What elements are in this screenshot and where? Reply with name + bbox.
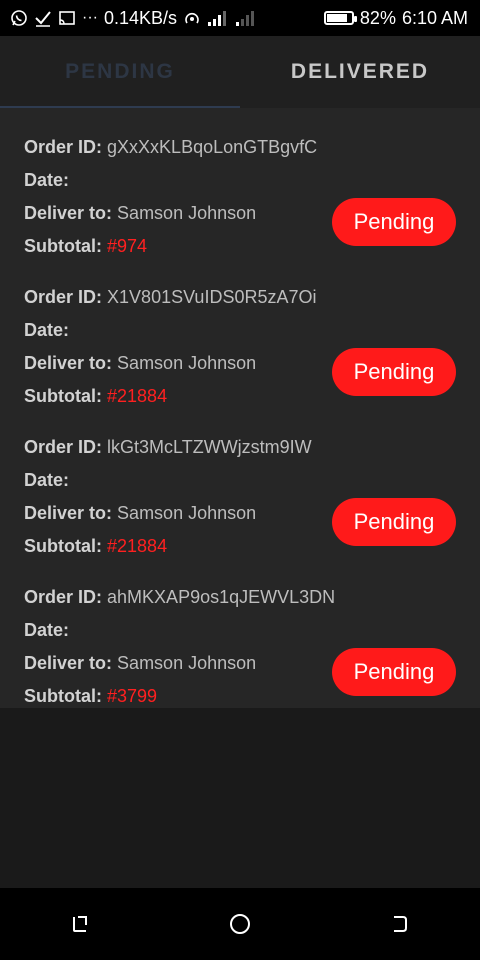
pending-status-button[interactable]: Pending [332,198,456,246]
date-row: Date: [24,165,317,198]
deliver-to-label: Deliver to: [24,653,113,673]
home-icon [230,914,250,934]
subtotal-label: Subtotal: [24,386,102,406]
pending-status-button[interactable]: Pending [332,348,456,396]
order-fields: Order ID: ahMKXAP9os1qJEWVL3DN Date: Del… [24,582,335,714]
deliver-to-value: Samson Johnson [117,503,257,523]
subtotal-value: #21884 [107,536,168,556]
order-card[interactable]: Order ID: ahMKXAP9os1qJEWVL3DN Date: Del… [0,558,480,708]
date-label: Date: [24,620,70,640]
order-card[interactable]: Order ID: gXxXxKLBqoLonGTBgvfC Date: Del… [0,108,480,258]
order-tabs: PENDING DELIVERED [0,36,480,108]
recent-apps-icon [73,916,87,932]
deliver-to-row: Deliver to: Samson Johnson [24,198,317,231]
pending-status-button[interactable]: Pending [332,498,456,546]
battery-percent: 82% [359,7,396,28]
subtotal-label: Subtotal: [24,236,102,256]
home-button[interactable] [220,904,260,944]
screencast-icon [58,9,76,27]
deliver-to-row: Deliver to: Samson Johnson [24,348,316,381]
subtotal-label: Subtotal: [24,686,102,706]
deliver-to-value: Samson Johnson [117,203,257,223]
battery-fill [326,14,347,22]
order-id-row: Order ID: X1V801SVuIDS0R5zA7Oi [24,282,316,315]
network-speed: 0.14KB/s [103,7,178,28]
date-label: Date: [24,320,70,340]
system-nav-bar [0,888,480,960]
deliver-to-row: Deliver to: Samson Johnson [24,498,312,531]
more-dots-icon: ··· [82,9,98,26]
order-id-label: Order ID: [24,287,103,307]
battery-icon [323,11,357,25]
deliver-to-value: Samson Johnson [117,653,257,673]
deliver-to-row: Deliver to: Samson Johnson [24,648,335,681]
status-left: ··· 0.14KB/s [10,8,257,29]
status-bar: ··· 0.14KB/s 82% 6:10 AM [0,0,480,36]
order-id-value: X1V801SVuIDS0R5zA7Oi [107,287,317,307]
signal-icon [207,9,229,27]
subtotal-row: Subtotal: #3799 [24,681,335,714]
subtotal-label: Subtotal: [24,536,102,556]
order-id-value: gXxXxKLBqoLonGTBgvfC [107,137,318,157]
order-id-value: lkGt3McLTZWWjzstm9IW [107,437,312,457]
order-fields: Order ID: X1V801SVuIDS0R5zA7Oi Date: Del… [24,282,316,414]
order-fields: Order ID: gXxXxKLBqoLonGTBgvfC Date: Del… [24,132,317,264]
order-card[interactable]: Order ID: X1V801SVuIDS0R5zA7Oi Date: Del… [0,258,480,408]
order-fields: Order ID: lkGt3McLTZWWjzstm9IW Date: Del… [24,432,312,564]
order-card[interactable]: Order ID: lkGt3McLTZWWjzstm9IW Date: Del… [0,408,480,558]
deliver-to-value: Samson Johnson [117,353,257,373]
order-id-row: Order ID: lkGt3McLTZWWjzstm9IW [24,432,312,465]
deliver-to-label: Deliver to: [24,353,113,373]
date-label: Date: [24,170,70,190]
deliver-to-label: Deliver to: [24,503,113,523]
whatsapp-icon [10,9,28,27]
date-row: Date: [24,465,312,498]
tab-delivered[interactable]: DELIVERED [240,36,480,108]
back-icon [394,916,407,932]
order-id-label: Order ID: [24,587,103,607]
check-icon [34,9,52,27]
order-id-label: Order ID: [24,437,103,457]
pending-status-button[interactable]: Pending [332,648,456,696]
status-right: 82% 6:10 AM [323,7,468,29]
order-list: Order ID: gXxXxKLBqoLonGTBgvfC Date: Del… [0,108,480,708]
clock: 6:10 AM [401,7,468,28]
order-id-row: Order ID: gXxXxKLBqoLonGTBgvfC [24,132,317,165]
date-row: Date: [24,315,316,348]
hotspot-icon [183,9,201,27]
tab-pending[interactable]: PENDING [0,36,240,108]
back-button[interactable] [380,904,420,944]
order-id-row: Order ID: ahMKXAP9os1qJEWVL3DN [24,582,335,615]
subtotal-value: #3799 [107,686,158,706]
deliver-to-label: Deliver to: [24,203,113,223]
date-row: Date: [24,615,335,648]
date-label: Date: [24,470,70,490]
order-id-label: Order ID: [24,137,103,157]
recent-apps-button[interactable] [60,904,100,944]
order-id-value: ahMKXAP9os1qJEWVL3DN [107,587,336,607]
signal-icon-2 [235,9,257,27]
subtotal-value: #21884 [107,386,168,406]
subtotal-value: #974 [107,236,148,256]
